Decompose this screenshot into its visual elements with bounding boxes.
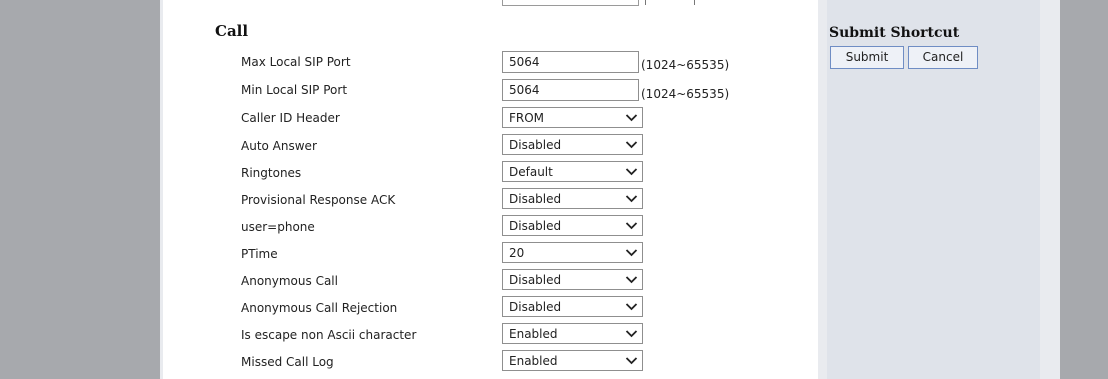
provisional-response-ack-select[interactable]: Disabled <box>502 188 643 209</box>
auto-answer-select[interactable]: Disabled <box>502 134 643 155</box>
chevron-down-icon <box>625 249 638 257</box>
ptime-select[interactable]: 20 <box>502 242 643 263</box>
anonymous-call-label: Anonymous Call <box>241 274 338 288</box>
anonymous-call-rejection-select[interactable]: Disabled <box>502 296 643 317</box>
cancel-button[interactable]: Cancel <box>908 46 978 69</box>
caller-id-header-select[interactable]: FROM <box>502 107 643 128</box>
submit-shortcut-title: Submit Shortcut <box>829 25 960 41</box>
escape-non-ascii-value: Enabled <box>509 327 558 341</box>
chevron-down-icon <box>625 168 638 176</box>
caller-id-header-value: FROM <box>509 111 545 125</box>
chevron-down-icon <box>625 330 638 338</box>
chevron-down-icon <box>625 195 638 203</box>
section-title: Call <box>215 22 249 40</box>
max-local-sip-port-label: Max Local SIP Port <box>241 55 351 69</box>
auto-answer-value: Disabled <box>509 138 562 152</box>
ringtones-label: Ringtones <box>241 166 302 180</box>
chevron-down-icon <box>625 114 638 122</box>
missed-call-log-label: Missed Call Log <box>241 355 334 369</box>
min-local-sip-port-label: Min Local SIP Port <box>241 83 348 97</box>
escape-non-ascii-label: Is escape non Ascii character <box>241 328 417 342</box>
min-local-sip-port-range: (1024~65535) <box>641 87 730 101</box>
ringtones-select[interactable]: Default <box>502 161 643 182</box>
provisional-response-ack-value: Disabled <box>509 192 562 206</box>
user-phone-label: user=phone <box>241 220 315 234</box>
submit-button[interactable]: Submit <box>830 46 904 69</box>
caller-id-header-label: Caller ID Header <box>241 111 340 125</box>
anonymous-call-rejection-value: Disabled <box>509 300 562 314</box>
user-phone-select[interactable]: Disabled <box>502 215 643 236</box>
provisional-response-ack-label: Provisional Response ACK <box>241 193 396 207</box>
missed-call-log-value: Enabled <box>509 354 558 368</box>
previous-range-mark <box>645 0 646 5</box>
escape-non-ascii-select[interactable]: Enabled <box>502 323 643 344</box>
user-phone-value: Disabled <box>509 219 562 233</box>
max-local-sip-port-input[interactable]: 5064 <box>502 51 639 73</box>
ringtones-value: Default <box>509 165 553 179</box>
anonymous-call-select[interactable]: Disabled <box>502 269 643 290</box>
ptime-label: PTime <box>241 247 278 261</box>
previous-field-input-edge[interactable] <box>502 0 639 6</box>
chevron-down-icon <box>625 222 638 230</box>
anonymous-call-value: Disabled <box>509 273 562 287</box>
chevron-down-icon <box>625 303 638 311</box>
auto-answer-label: Auto Answer <box>241 139 317 153</box>
max-local-sip-port-range: (1024~65535) <box>641 58 730 72</box>
min-local-sip-port-input[interactable]: 5064 <box>502 79 639 101</box>
chevron-down-icon <box>625 141 638 149</box>
chevron-down-icon <box>625 357 638 365</box>
missed-call-log-select[interactable]: Enabled <box>502 350 643 371</box>
anonymous-call-rejection-label: Anonymous Call Rejection <box>241 301 398 315</box>
chevron-down-icon <box>625 276 638 284</box>
ptime-value: 20 <box>509 246 525 260</box>
previous-range-mark <box>694 0 695 5</box>
